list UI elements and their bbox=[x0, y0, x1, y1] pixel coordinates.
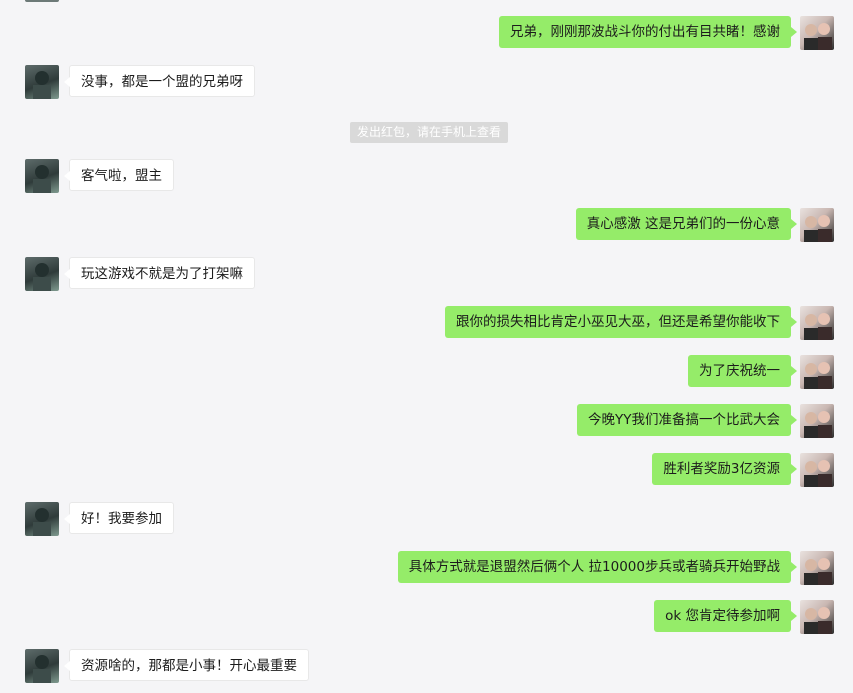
message-bubble-incoming[interactable]: 没事，都是一个盟的兄弟呀 bbox=[64, 65, 255, 97]
message-bubble-outgoing[interactable]: 胜利者奖励3亿资源 bbox=[652, 453, 797, 485]
message-bubble-outgoing[interactable]: ok 您肯定待参加啊 bbox=[654, 600, 797, 632]
anime-character-icon bbox=[33, 263, 51, 291]
avatar-friend[interactable] bbox=[25, 502, 59, 536]
couple-photo-icon bbox=[804, 411, 832, 438]
message-bubble-outgoing[interactable]: 真心感激 这是兄弟们的一份心意 bbox=[575, 208, 798, 240]
couple-photo-icon bbox=[804, 313, 832, 340]
message-bubble-outgoing[interactable]: 兄弟，刚刚那波战斗你的付出有目共睹！感谢 bbox=[499, 16, 797, 48]
message-bubble-outgoing[interactable]: 跟你的损失相比肯定小巫见大巫，但还是希望你能收下 bbox=[445, 306, 797, 338]
anime-character-icon bbox=[33, 508, 51, 536]
avatar-self[interactable] bbox=[800, 453, 834, 487]
message-bubble-incoming[interactable]: 资源啥的，那都是小事！开心最重要 bbox=[64, 649, 309, 681]
couple-photo-icon bbox=[804, 362, 832, 389]
avatar-self[interactable] bbox=[800, 600, 834, 634]
message-bubble-outgoing[interactable]: 为了庆祝统一 bbox=[688, 355, 797, 387]
avatar-cropped bbox=[25, 0, 59, 2]
anime-character-icon bbox=[33, 165, 51, 193]
avatar-friend[interactable] bbox=[25, 257, 59, 291]
couple-photo-icon bbox=[804, 607, 832, 634]
message-bubble-outgoing[interactable]: 今晚YY我们准备搞一个比武大会 bbox=[577, 404, 797, 436]
couple-photo-icon bbox=[804, 558, 832, 585]
message-bubble-incoming[interactable]: 好！我要参加 bbox=[64, 502, 174, 534]
couple-photo-icon bbox=[804, 215, 832, 242]
avatar-self[interactable] bbox=[800, 551, 834, 585]
avatar-self[interactable] bbox=[800, 306, 834, 340]
system-notice-red-packet: 发出红包，请在手机上查看 bbox=[350, 122, 509, 143]
message-bubble-incoming[interactable]: 客气啦，盟主 bbox=[64, 159, 174, 191]
chat-message-list[interactable]: 兄弟，刚刚那波战斗你的付出有目共睹！感谢 没事，都是一个盟的兄弟呀 发出红包，请… bbox=[0, 0, 853, 693]
avatar-friend[interactable] bbox=[25, 65, 59, 99]
message-bubble-outgoing[interactable]: 具体方式就是退盟然后俩个人 拉10000步兵或者骑兵开始野战 bbox=[397, 551, 798, 583]
avatar-friend[interactable] bbox=[25, 649, 59, 683]
message-bubble-incoming[interactable]: 玩这游戏不就是为了打架嘛 bbox=[64, 257, 255, 289]
avatar-self[interactable] bbox=[800, 16, 834, 50]
avatar-self[interactable] bbox=[800, 208, 834, 242]
couple-photo-icon bbox=[804, 460, 832, 487]
anime-character-icon bbox=[33, 71, 51, 99]
avatar-self[interactable] bbox=[800, 404, 834, 438]
avatar-self[interactable] bbox=[800, 355, 834, 389]
couple-photo-icon bbox=[804, 23, 832, 50]
avatar-friend[interactable] bbox=[25, 159, 59, 193]
anime-character-icon bbox=[33, 655, 51, 683]
